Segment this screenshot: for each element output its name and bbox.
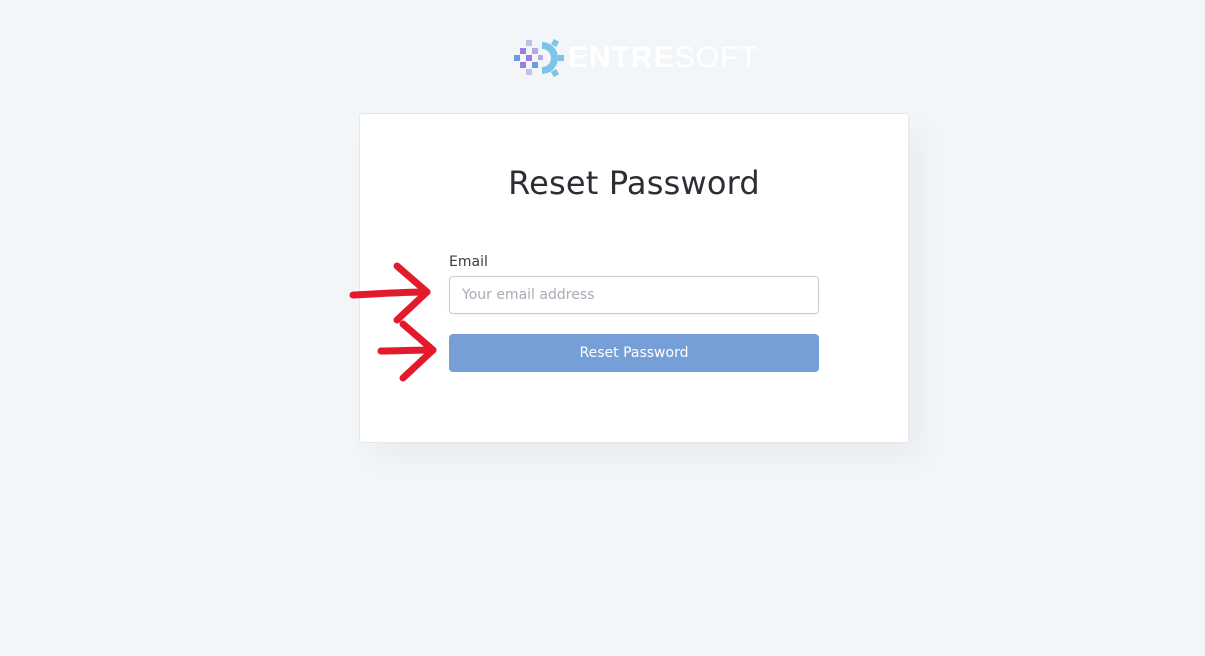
logo-text-light: SOFT: [674, 41, 759, 74]
email-label: Email: [449, 254, 488, 270]
logo-text: ENTRESOFT: [568, 36, 759, 80]
annotation-arrow-button: [377, 320, 437, 382]
logo-mark-icon: [514, 38, 564, 78]
logo-text-bold: ENTRE: [568, 41, 675, 74]
page-title: Reset Password: [508, 164, 760, 202]
email-field[interactable]: [449, 276, 819, 314]
reset-password-button[interactable]: Reset Password: [449, 334, 819, 372]
entresoft-logo: ENTRESOFT: [512, 36, 759, 80]
reset-password-page: ENTRESOFT Reset Password Email Reset Pas…: [0, 0, 1205, 656]
reset-password-card: Reset Password Email Reset Password: [359, 113, 909, 443]
